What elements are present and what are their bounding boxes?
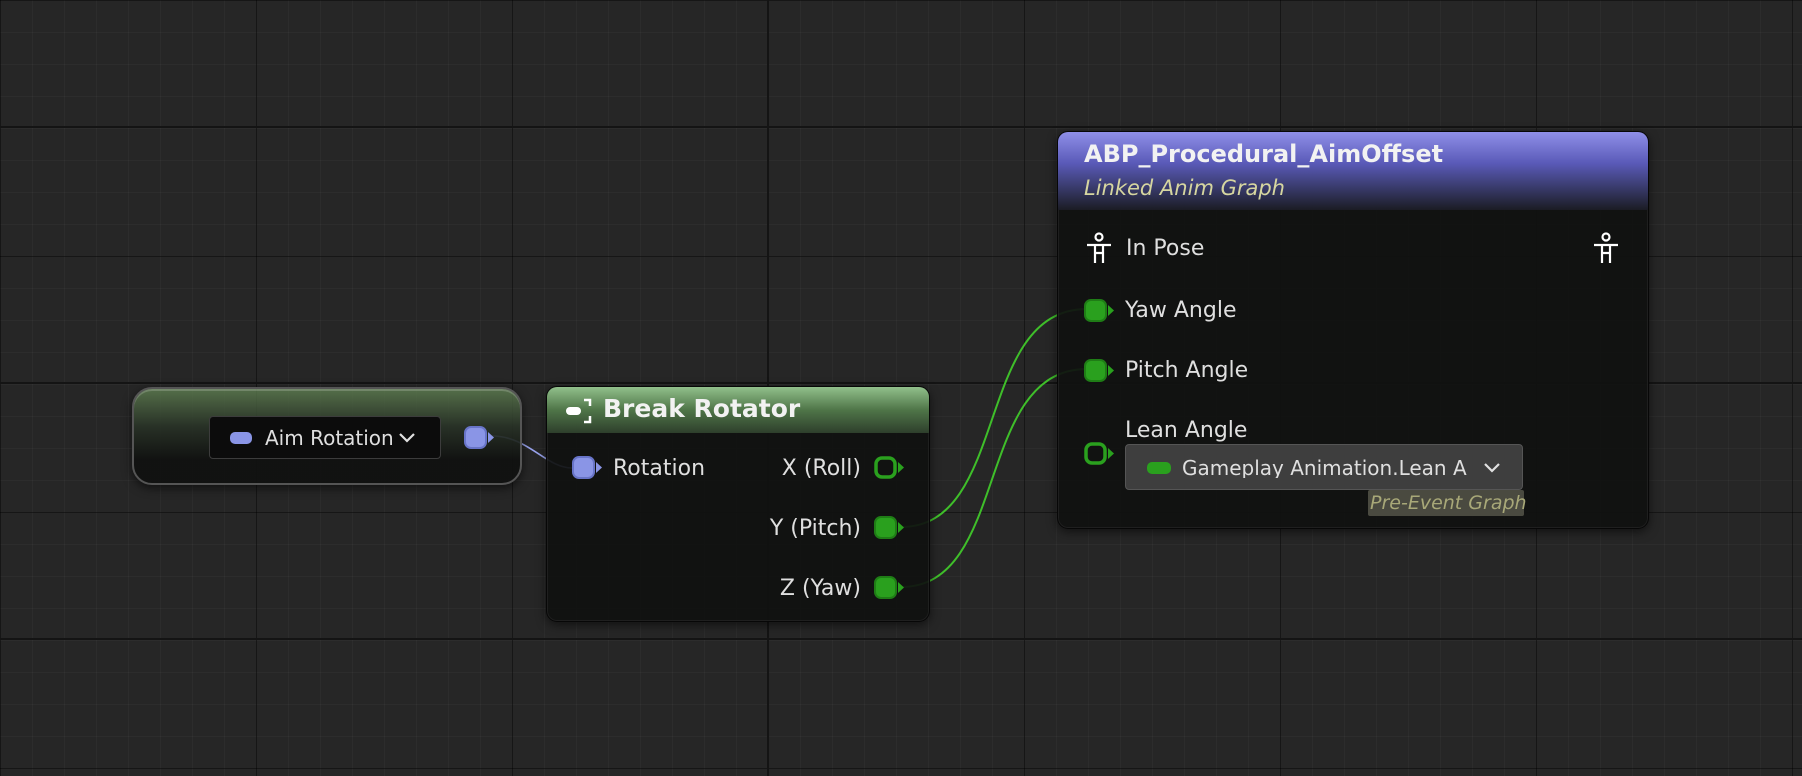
node-title: ABP_Procedural_AimOffset (1084, 140, 1444, 168)
float-type-pill (1147, 462, 1171, 474)
person-pose-icon (1087, 232, 1111, 263)
rotator-output-pin[interactable] (463, 425, 497, 451)
lean-angle-input-pin[interactable] (1083, 441, 1117, 467)
break-rotator-header[interactable]: Break Rotator (547, 387, 929, 433)
linked-anim-graph-header[interactable]: ABP_Procedural_AimOffset Linked Anim Gra… (1058, 132, 1648, 210)
binding-context-label: Pre-Event Graph (1370, 492, 1527, 514)
rotation-input-pin[interactable] (571, 455, 605, 481)
variable-name: Aim Rotation (265, 426, 394, 450)
node-subtitle: Linked Anim Graph (1084, 176, 1285, 200)
break-rotator-node[interactable]: Break Rotator Rotation X (Roll) Y (Pitch… (546, 386, 930, 622)
person-pose-icon (1594, 232, 1618, 263)
in-pose-input-pin[interactable] (1084, 232, 1114, 266)
binding-context-tag: Pre-Event Graph (1368, 490, 1527, 516)
variable-dropdown[interactable]: Aim Rotation (209, 416, 441, 459)
pitch-angle-input-pin[interactable] (1083, 358, 1117, 384)
pitch-angle-label: Pitch Angle (1125, 358, 1249, 383)
x-roll-output-pin[interactable] (873, 455, 907, 481)
rotation-input-label: Rotation (613, 456, 706, 481)
yaw-angle-label: Yaw Angle (1125, 298, 1237, 323)
lean-angle-label: Lean Angle (1125, 418, 1248, 443)
y-pitch-output-label: Y (Pitch) (769, 516, 861, 541)
linked-anim-graph-node[interactable]: ABP_Procedural_AimOffset Linked Anim Gra… (1057, 131, 1649, 529)
z-yaw-output-pin[interactable] (873, 575, 907, 601)
break-struct-icon (566, 398, 592, 424)
yaw-angle-input-pin[interactable] (1083, 298, 1117, 324)
in-pose-label: In Pose (1126, 236, 1205, 261)
chevron-down-icon (1484, 463, 1500, 473)
chevron-down-icon (399, 433, 415, 443)
lean-binding-value: Gameplay Animation.Lean Angle (1182, 458, 1468, 478)
z-yaw-output-label: Z (Yaw) (779, 576, 861, 601)
x-roll-output-label: X (Roll) (781, 456, 861, 481)
aim-rotation-variable-node[interactable]: Aim Rotation (132, 387, 522, 485)
lean-angle-binding-dropdown[interactable]: Gameplay Animation.Lean Angle (1125, 444, 1523, 490)
node-title: Break Rotator (603, 394, 801, 423)
rotator-type-pill (230, 432, 252, 444)
pose-output-pin[interactable] (1591, 232, 1621, 266)
y-pitch-output-pin[interactable] (873, 515, 907, 541)
